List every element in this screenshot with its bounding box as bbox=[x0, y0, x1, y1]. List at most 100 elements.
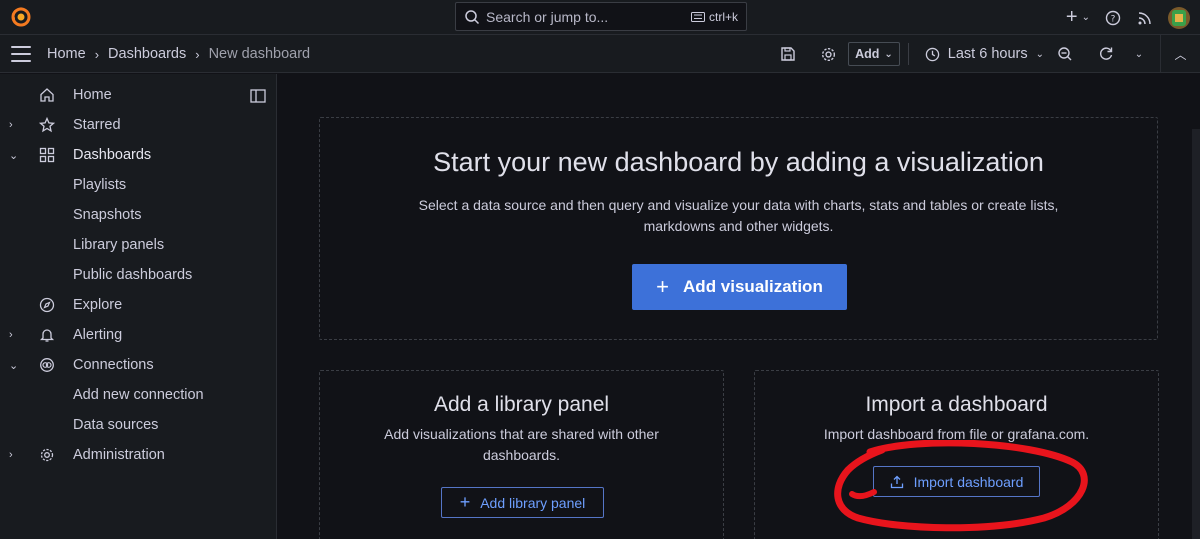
add-label: Add bbox=[855, 47, 880, 61]
library-card-title: Add a library panel bbox=[433, 393, 610, 416]
keyboard-icon bbox=[690, 11, 705, 22]
search-input[interactable]: Search or jump to... ctrl+k bbox=[455, 2, 747, 31]
news-icon[interactable] bbox=[1136, 9, 1154, 27]
search-placeholder: Search or jump to... bbox=[486, 8, 609, 25]
sidebar-item-snapshots[interactable]: Snapshots bbox=[0, 200, 277, 230]
compass-icon bbox=[38, 296, 56, 314]
add-library-panel-button[interactable]: + Add library panel bbox=[441, 487, 604, 518]
sidebar-item-label: Home bbox=[73, 87, 112, 103]
sidebar-item-label: Connections bbox=[73, 357, 154, 373]
add-button[interactable]: Add ⌄ bbox=[848, 42, 900, 66]
sidebar-item-starred[interactable]: › Starred bbox=[0, 110, 277, 140]
sidebar-item-administration[interactable]: › Administration bbox=[0, 440, 277, 470]
import-dashboard-button[interactable]: Import dashboard bbox=[873, 466, 1040, 497]
refresh-button[interactable] bbox=[1086, 42, 1126, 66]
expand-icon[interactable]: › bbox=[9, 119, 19, 131]
home-icon bbox=[38, 86, 56, 104]
add-visualization-label: Add visualization bbox=[683, 277, 823, 296]
shortcut-hint: ctrl+k bbox=[690, 9, 738, 24]
sidebar-item-label: Administration bbox=[73, 447, 165, 463]
add-library-panel-label: Add library panel bbox=[480, 494, 586, 511]
connections-icon bbox=[38, 356, 56, 374]
expand-icon[interactable]: › bbox=[9, 449, 19, 461]
sidebar-item-label: Snapshots bbox=[73, 207, 142, 223]
cog-icon bbox=[38, 446, 56, 464]
sidebar-item-explore[interactable]: Explore bbox=[0, 290, 277, 320]
import-card-description: Import dashboard from file or grafana.co… bbox=[823, 426, 1090, 442]
sidebar-item-label: Alerting bbox=[73, 327, 123, 343]
hero-description: Select a data source and then query and … bbox=[418, 197, 1059, 234]
plus-icon: + bbox=[1065, 6, 1078, 28]
collapse-button[interactable]: ︿ bbox=[1160, 35, 1200, 73]
expand-icon[interactable]: › bbox=[9, 329, 19, 341]
sidebar-item-label: Public dashboards bbox=[73, 267, 193, 283]
chevron-down-icon: ⌄ bbox=[1134, 48, 1144, 60]
breadcrumb-dashboards[interactable]: Dashboards bbox=[108, 46, 186, 62]
shortcut-text: ctrl+k bbox=[708, 9, 738, 24]
search-icon bbox=[465, 9, 480, 24]
breadcrumb: Home › Dashboards › New dashboard bbox=[47, 35, 310, 73]
sidebar-item-label: Data sources bbox=[73, 417, 159, 433]
top-bar: Search or jump to... ctrl+k + ⌄ ? bbox=[0, 0, 1200, 35]
time-range-label: Last 6 hours bbox=[947, 46, 1028, 62]
settings-icon bbox=[821, 47, 835, 61]
sidebar-item-label: Playlists bbox=[73, 177, 127, 193]
sidebar-item-data-sources[interactable]: Data sources bbox=[0, 410, 277, 440]
avatar[interactable] bbox=[1168, 6, 1190, 29]
sidebar-item-library-panels[interactable]: Library panels bbox=[0, 230, 277, 260]
apps-icon bbox=[38, 146, 56, 164]
library-card-description: Add visualizations that are shared with … bbox=[384, 426, 659, 463]
sidebar-item-alerting[interactable]: › Alerting bbox=[0, 320, 277, 350]
sidebar-item-label: Library panels bbox=[73, 237, 165, 253]
menu-toggle-icon[interactable] bbox=[11, 46, 31, 62]
star-icon bbox=[38, 116, 56, 134]
import-dashboard-label: Import dashboard bbox=[913, 473, 1024, 490]
sidebar-item-dashboards[interactable]: ⌄ Dashboards bbox=[0, 140, 277, 170]
svg-text:?: ? bbox=[1111, 14, 1116, 24]
plus-icon: + bbox=[459, 492, 471, 512]
clock-icon bbox=[925, 47, 940, 61]
sidebar-item-label: Starred bbox=[73, 117, 121, 133]
divider bbox=[907, 43, 909, 65]
sidebar-item-playlists[interactable]: Playlists bbox=[0, 170, 277, 200]
sidebar-item-connections[interactable]: ⌄ Connections bbox=[0, 350, 277, 380]
collapse-icon: ︿ bbox=[1174, 47, 1187, 62]
save-icon bbox=[781, 47, 795, 61]
sidebar-item-label: Add new connection bbox=[73, 387, 204, 403]
empty-dashboard-hero: Start your new dashboard by adding a vis… bbox=[319, 117, 1158, 340]
breadcrumb-current: New dashboard bbox=[208, 46, 311, 62]
import-card-title: Import a dashboard bbox=[865, 393, 1048, 416]
scrollbar[interactable] bbox=[1192, 129, 1200, 539]
chevron-down-icon: ⌄ bbox=[1081, 12, 1090, 23]
import-dashboard-card: Import a dashboard Import dashboard from… bbox=[754, 370, 1159, 539]
zoom-out-button[interactable] bbox=[1044, 42, 1086, 66]
library-panel-card: Add a library panel Add visualizations t… bbox=[319, 370, 724, 539]
collapse-icon[interactable]: ⌄ bbox=[9, 359, 19, 372]
refresh-icon bbox=[1100, 47, 1113, 60]
add-visualization-button[interactable]: + Add visualization bbox=[632, 264, 847, 310]
collapse-icon[interactable]: ⌄ bbox=[9, 149, 19, 162]
help-icon[interactable]: ? bbox=[1104, 9, 1122, 27]
dashboard-canvas: Start your new dashboard by adding a vis… bbox=[278, 74, 1200, 539]
breadcrumb-home[interactable]: Home bbox=[47, 46, 86, 62]
sidebar: Home › Starred ⌄ Dashboards Playlists Sn… bbox=[0, 74, 277, 539]
settings-button[interactable] bbox=[808, 42, 848, 66]
refresh-interval-dropdown[interactable]: ⌄ bbox=[1126, 42, 1152, 66]
plus-icon: + bbox=[656, 274, 670, 299]
new-menu-button[interactable]: + ⌄ bbox=[1066, 6, 1090, 29]
chevron-down-icon: ⌄ bbox=[1035, 48, 1044, 60]
sidebar-item-public-dashboards[interactable]: Public dashboards bbox=[0, 260, 277, 290]
sidebar-item-label: Dashboards bbox=[73, 147, 152, 163]
upload-icon bbox=[890, 475, 903, 488]
bell-icon bbox=[38, 326, 56, 344]
nav-bar: Home › Dashboards › New dashboard Add ⌄ … bbox=[0, 35, 1200, 73]
grafana-logo[interactable] bbox=[10, 6, 32, 28]
sidebar-item-home[interactable]: Home bbox=[0, 80, 277, 110]
hero-title: Start your new dashboard by adding a vis… bbox=[433, 147, 1044, 177]
time-range-picker[interactable]: Last 6 hours ⌄ bbox=[925, 42, 1044, 66]
breadcrumb-separator: › bbox=[195, 46, 200, 62]
save-button[interactable] bbox=[768, 42, 808, 66]
sidebar-item-add-new-connection[interactable]: Add new connection bbox=[0, 380, 277, 410]
chevron-down-icon: ⌄ bbox=[884, 48, 893, 60]
sidebar-item-label: Explore bbox=[73, 297, 123, 313]
